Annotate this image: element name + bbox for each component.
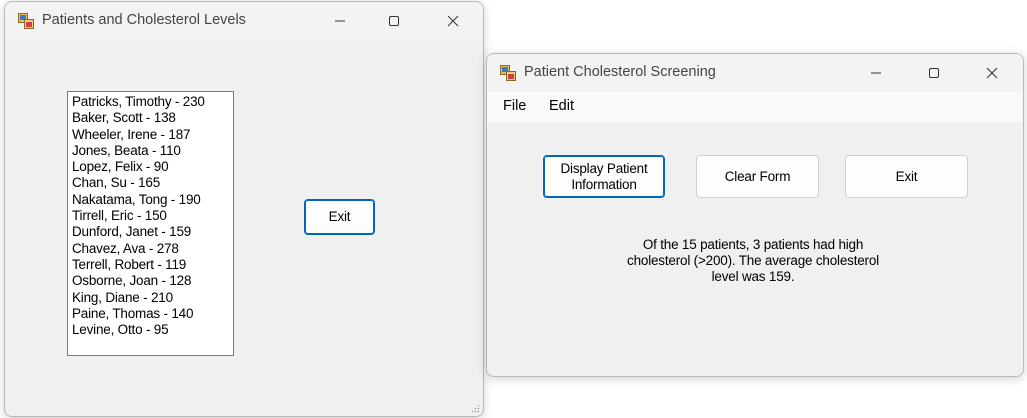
patients-window-titlebar[interactable]: Patients and Cholesterol Levels [5, 2, 483, 40]
menu-file[interactable]: File [503, 98, 526, 114]
maximize-button[interactable] [911, 54, 957, 92]
exit-button[interactable]: Exit [845, 155, 968, 198]
maximize-button[interactable] [371, 2, 417, 40]
list-item[interactable]: Chan, Su - 165 [72, 175, 233, 191]
window-title: Patient Cholesterol Screening [524, 64, 716, 80]
menu-edit[interactable]: Edit [549, 98, 574, 114]
window-title: Patients and Cholesterol Levels [42, 12, 246, 28]
list-item[interactable]: Dunford, Janet - 159 [72, 224, 233, 240]
close-button[interactable] [430, 2, 476, 40]
list-item[interactable]: Jones, Beata - 110 [72, 143, 233, 159]
screening-window-titlebar[interactable]: Patient Cholesterol Screening [487, 54, 1023, 92]
patients-listbox[interactable]: Patricks, Timothy - 230 Baker, Scott - 13… [67, 91, 234, 356]
list-item[interactable]: Osborne, Joan - 128 [72, 273, 233, 289]
summary-label: Of the 15 patients, 3 patients had high … [627, 237, 879, 284]
display-patient-info-button[interactable]: Display Patient Information [543, 155, 665, 198]
exit-button[interactable]: Exit [304, 199, 375, 235]
list-item[interactable]: Nakatama, Tong - 190 [72, 192, 233, 208]
minimize-icon [871, 72, 881, 74]
close-icon [447, 15, 459, 27]
close-icon [986, 67, 998, 79]
menu-bar: File Edit [487, 92, 1023, 122]
list-item[interactable]: Paine, Thomas - 140 [72, 306, 233, 322]
list-item[interactable]: Chavez, Ava - 278 [72, 241, 233, 257]
resize-grip-icon[interactable] [470, 403, 480, 413]
minimize-icon [335, 20, 345, 22]
list-item[interactable]: Baker, Scott - 138 [72, 110, 233, 126]
maximize-icon [929, 68, 939, 78]
list-item[interactable]: Wheeler, Irene - 187 [72, 127, 233, 143]
list-item[interactable]: Levine, Otto - 95 [72, 322, 233, 338]
close-button[interactable] [969, 54, 1015, 92]
app-icon [500, 65, 516, 81]
clear-form-button[interactable]: Clear Form [696, 155, 819, 198]
screening-window: Patient Cholesterol Screening File Edit … [486, 53, 1024, 377]
maximize-icon [389, 16, 399, 26]
minimize-button[interactable] [317, 2, 363, 40]
list-item[interactable]: Tirrell, Eric - 150 [72, 208, 233, 224]
list-item[interactable]: Lopez, Felix - 90 [72, 159, 233, 175]
list-item[interactable]: Terrell, Robert - 119 [72, 257, 233, 273]
minimize-button[interactable] [853, 54, 899, 92]
list-item[interactable]: Patricks, Timothy - 230 [72, 94, 233, 110]
patients-window: Patients and Cholesterol Levels Patricks… [4, 1, 484, 417]
list-item[interactable]: King, Diane - 210 [72, 290, 233, 306]
app-icon [18, 13, 34, 29]
